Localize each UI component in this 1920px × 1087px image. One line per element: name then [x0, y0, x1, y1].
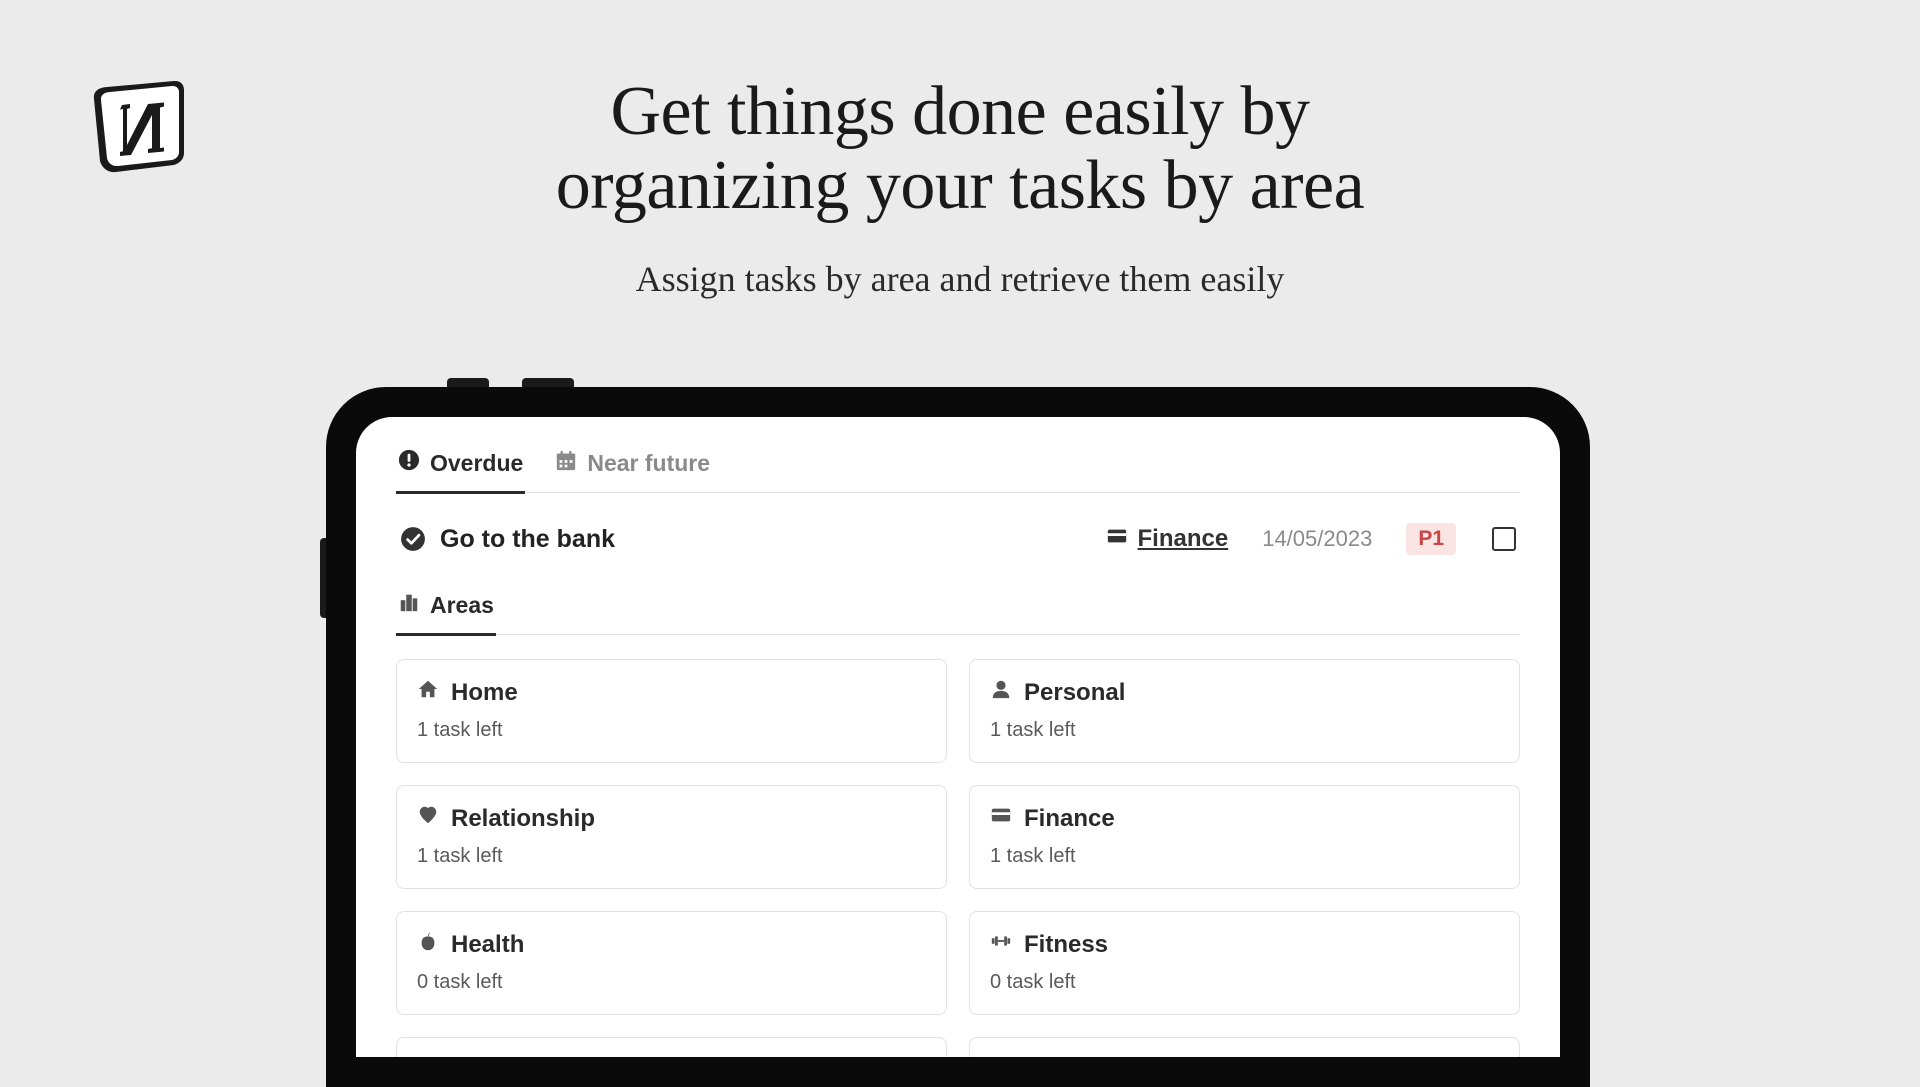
area-card-title: Relationship	[451, 805, 595, 833]
area-card-home[interactable]: Home 1 task left	[396, 659, 947, 763]
areas-grid: Home 1 task left Personal 1 task left Re…	[396, 659, 1520, 1057]
area-card-finance[interactable]: Finance 1 task left	[969, 785, 1520, 889]
area-card-family[interactable]: Family	[396, 1037, 947, 1057]
calendar-icon	[555, 450, 577, 478]
area-card-personal[interactable]: Personal 1 task left	[969, 659, 1520, 763]
task-category-label: Finance	[1138, 525, 1229, 553]
hero-title-line1: Get things done easily by	[610, 73, 1309, 150]
dumbbell-icon	[990, 930, 1012, 959]
city-icon	[398, 591, 420, 619]
home-icon	[417, 678, 439, 707]
area-card-fitness[interactable]: Fitness 0 task left	[969, 911, 1520, 1015]
area-card-title: Work	[1024, 1057, 1084, 1058]
card-icon	[1106, 525, 1128, 554]
hero-subtitle: Assign tasks by area and retrieve them e…	[0, 258, 1920, 300]
area-card-subtitle: 1 task left	[417, 719, 926, 742]
exclamation-circle-icon	[398, 449, 420, 477]
area-card-title: Finance	[1024, 805, 1115, 833]
areas-view-tabs: Areas	[396, 583, 1520, 635]
heart-icon	[417, 804, 439, 833]
area-card-title: Family	[451, 1057, 527, 1058]
area-card-health[interactable]: Health 0 task left	[396, 911, 947, 1015]
tab-overdue[interactable]: Overdue	[396, 441, 525, 494]
hero-title: Get things done easily by organizing you…	[0, 75, 1920, 223]
card-icon	[990, 804, 1012, 833]
task-date: 14/05/2023	[1262, 526, 1372, 552]
area-card-subtitle: 1 task left	[417, 845, 926, 868]
area-card-title: Fitness	[1024, 931, 1108, 959]
tab-near-future[interactable]: Near future	[553, 441, 712, 492]
area-card-title: Health	[451, 931, 524, 959]
check-circle-icon	[400, 526, 426, 552]
area-card-subtitle: 1 task left	[990, 845, 1499, 868]
briefcase-icon	[990, 1056, 1012, 1057]
tab-overdue-label: Overdue	[430, 450, 523, 477]
task-checkbox[interactable]	[1492, 527, 1516, 551]
area-card-subtitle: 0 task left	[990, 971, 1499, 994]
area-card-subtitle: 1 task left	[990, 719, 1499, 742]
task-title: Go to the bank	[440, 525, 615, 554]
area-card-subtitle: 0 task left	[417, 971, 926, 994]
tab-areas-label: Areas	[430, 592, 494, 619]
users-icon	[417, 1056, 439, 1057]
area-card-work[interactable]: Work	[969, 1037, 1520, 1057]
task-priority-badge: P1	[1406, 523, 1456, 555]
area-card-title: Personal	[1024, 679, 1125, 707]
user-icon	[990, 678, 1012, 707]
hero-title-line2: organizing your tasks by area	[556, 147, 1364, 224]
apple-icon	[417, 930, 439, 959]
task-category-link[interactable]: Finance	[1106, 525, 1229, 554]
app-screen: Overdue Near future Go to the bank Finan…	[356, 417, 1560, 1057]
tab-areas[interactable]: Areas	[396, 583, 496, 636]
task-row[interactable]: Go to the bank Finance 14/05/2023 P1	[396, 513, 1520, 583]
tablet-frame: Overdue Near future Go to the bank Finan…	[326, 387, 1590, 1087]
area-card-title: Home	[451, 679, 518, 707]
area-card-relationship[interactable]: Relationship 1 task left	[396, 785, 947, 889]
task-view-tabs: Overdue Near future	[396, 441, 1520, 493]
tab-near-future-label: Near future	[587, 450, 710, 477]
